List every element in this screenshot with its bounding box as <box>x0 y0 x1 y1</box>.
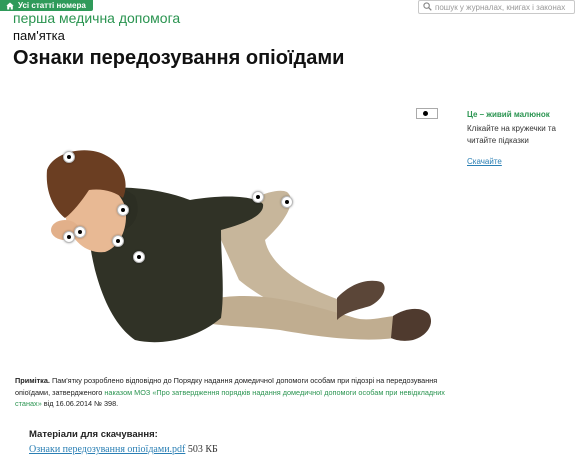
hotspot-chin[interactable] <box>112 235 124 247</box>
file-size: 503 КБ <box>187 444 218 455</box>
downloads-label: Матеріали для скачування: <box>29 429 158 440</box>
hotspot-eye[interactable] <box>117 204 129 216</box>
section-label: пам'ятка <box>13 28 65 43</box>
pdf-download-link[interactable]: Ознаки передозування опіоїдами.pdf <box>29 444 185 455</box>
journal-title: перша медична допомога <box>13 10 181 26</box>
home-icon <box>6 2 14 10</box>
side-panel-title: Це – живий малюнок <box>467 110 550 119</box>
hotspot-legend <box>416 108 438 119</box>
search-input[interactable] <box>435 2 573 12</box>
note-label: Примітка. <box>15 376 50 385</box>
hotspot-wrist[interactable] <box>252 191 264 203</box>
hotspot-mouth[interactable] <box>74 226 86 238</box>
hotspot-hair[interactable] <box>63 151 75 163</box>
download-link[interactable]: Скачайте <box>467 157 502 166</box>
side-panel: Це – живий малюнок Клікайте на кружечки … <box>467 110 575 169</box>
page-title: Ознаки передозування опіоїдами <box>13 47 345 69</box>
search-box[interactable] <box>418 0 575 14</box>
search-icon[interactable] <box>423 0 432 16</box>
hotspot-knee[interactable] <box>281 196 293 208</box>
right-shoe <box>337 280 385 320</box>
side-panel-text: Клікайте на кружечки та читайте підказки <box>467 124 556 145</box>
left-shoe <box>391 308 432 341</box>
reclining-man-illustration <box>46 150 432 343</box>
download-row: Ознаки передозування опіоїдами.pdf 503 К… <box>29 444 218 455</box>
note: Примітка. Пам'ятку розроблено відповідно… <box>15 375 455 410</box>
note-text-2: від 16.06.2014 № 398. <box>41 399 119 408</box>
hotspot-chest[interactable] <box>133 251 145 263</box>
